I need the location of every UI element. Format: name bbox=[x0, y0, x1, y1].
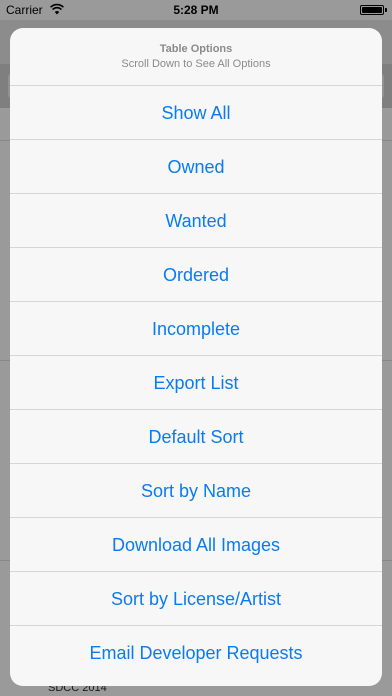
option-download-all-images[interactable]: Download All Images bbox=[10, 518, 382, 572]
status-time: 5:28 PM bbox=[173, 3, 219, 17]
option-ordered[interactable]: Ordered bbox=[10, 248, 382, 302]
option-wanted[interactable]: Wanted bbox=[10, 194, 382, 248]
action-sheet-subtitle: Scroll Down to See All Options bbox=[121, 58, 271, 70]
action-sheet-header: Table Options Scroll Down to See All Opt… bbox=[10, 28, 382, 86]
option-sort-by-name[interactable]: Sort by Name bbox=[10, 464, 382, 518]
option-export-list[interactable]: Export List bbox=[10, 356, 382, 410]
option-show-all[interactable]: Show All bbox=[10, 86, 382, 140]
option-incomplete[interactable]: Incomplete bbox=[10, 302, 382, 356]
option-email-developer-requests[interactable]: Email Developer Requests bbox=[10, 626, 382, 680]
status-bar: Carrier 5:28 PM bbox=[0, 0, 392, 20]
battery-fill bbox=[362, 7, 382, 13]
option-sort-by-license-artist[interactable]: Sort by License/Artist bbox=[10, 572, 382, 626]
battery-icon bbox=[360, 5, 387, 15]
option-owned[interactable]: Owned bbox=[10, 140, 382, 194]
action-sheet-title: Table Options bbox=[159, 43, 233, 55]
option-default-sort[interactable]: Default Sort bbox=[10, 410, 382, 464]
table-options-action-sheet: Table Options Scroll Down to See All Opt… bbox=[10, 28, 382, 686]
